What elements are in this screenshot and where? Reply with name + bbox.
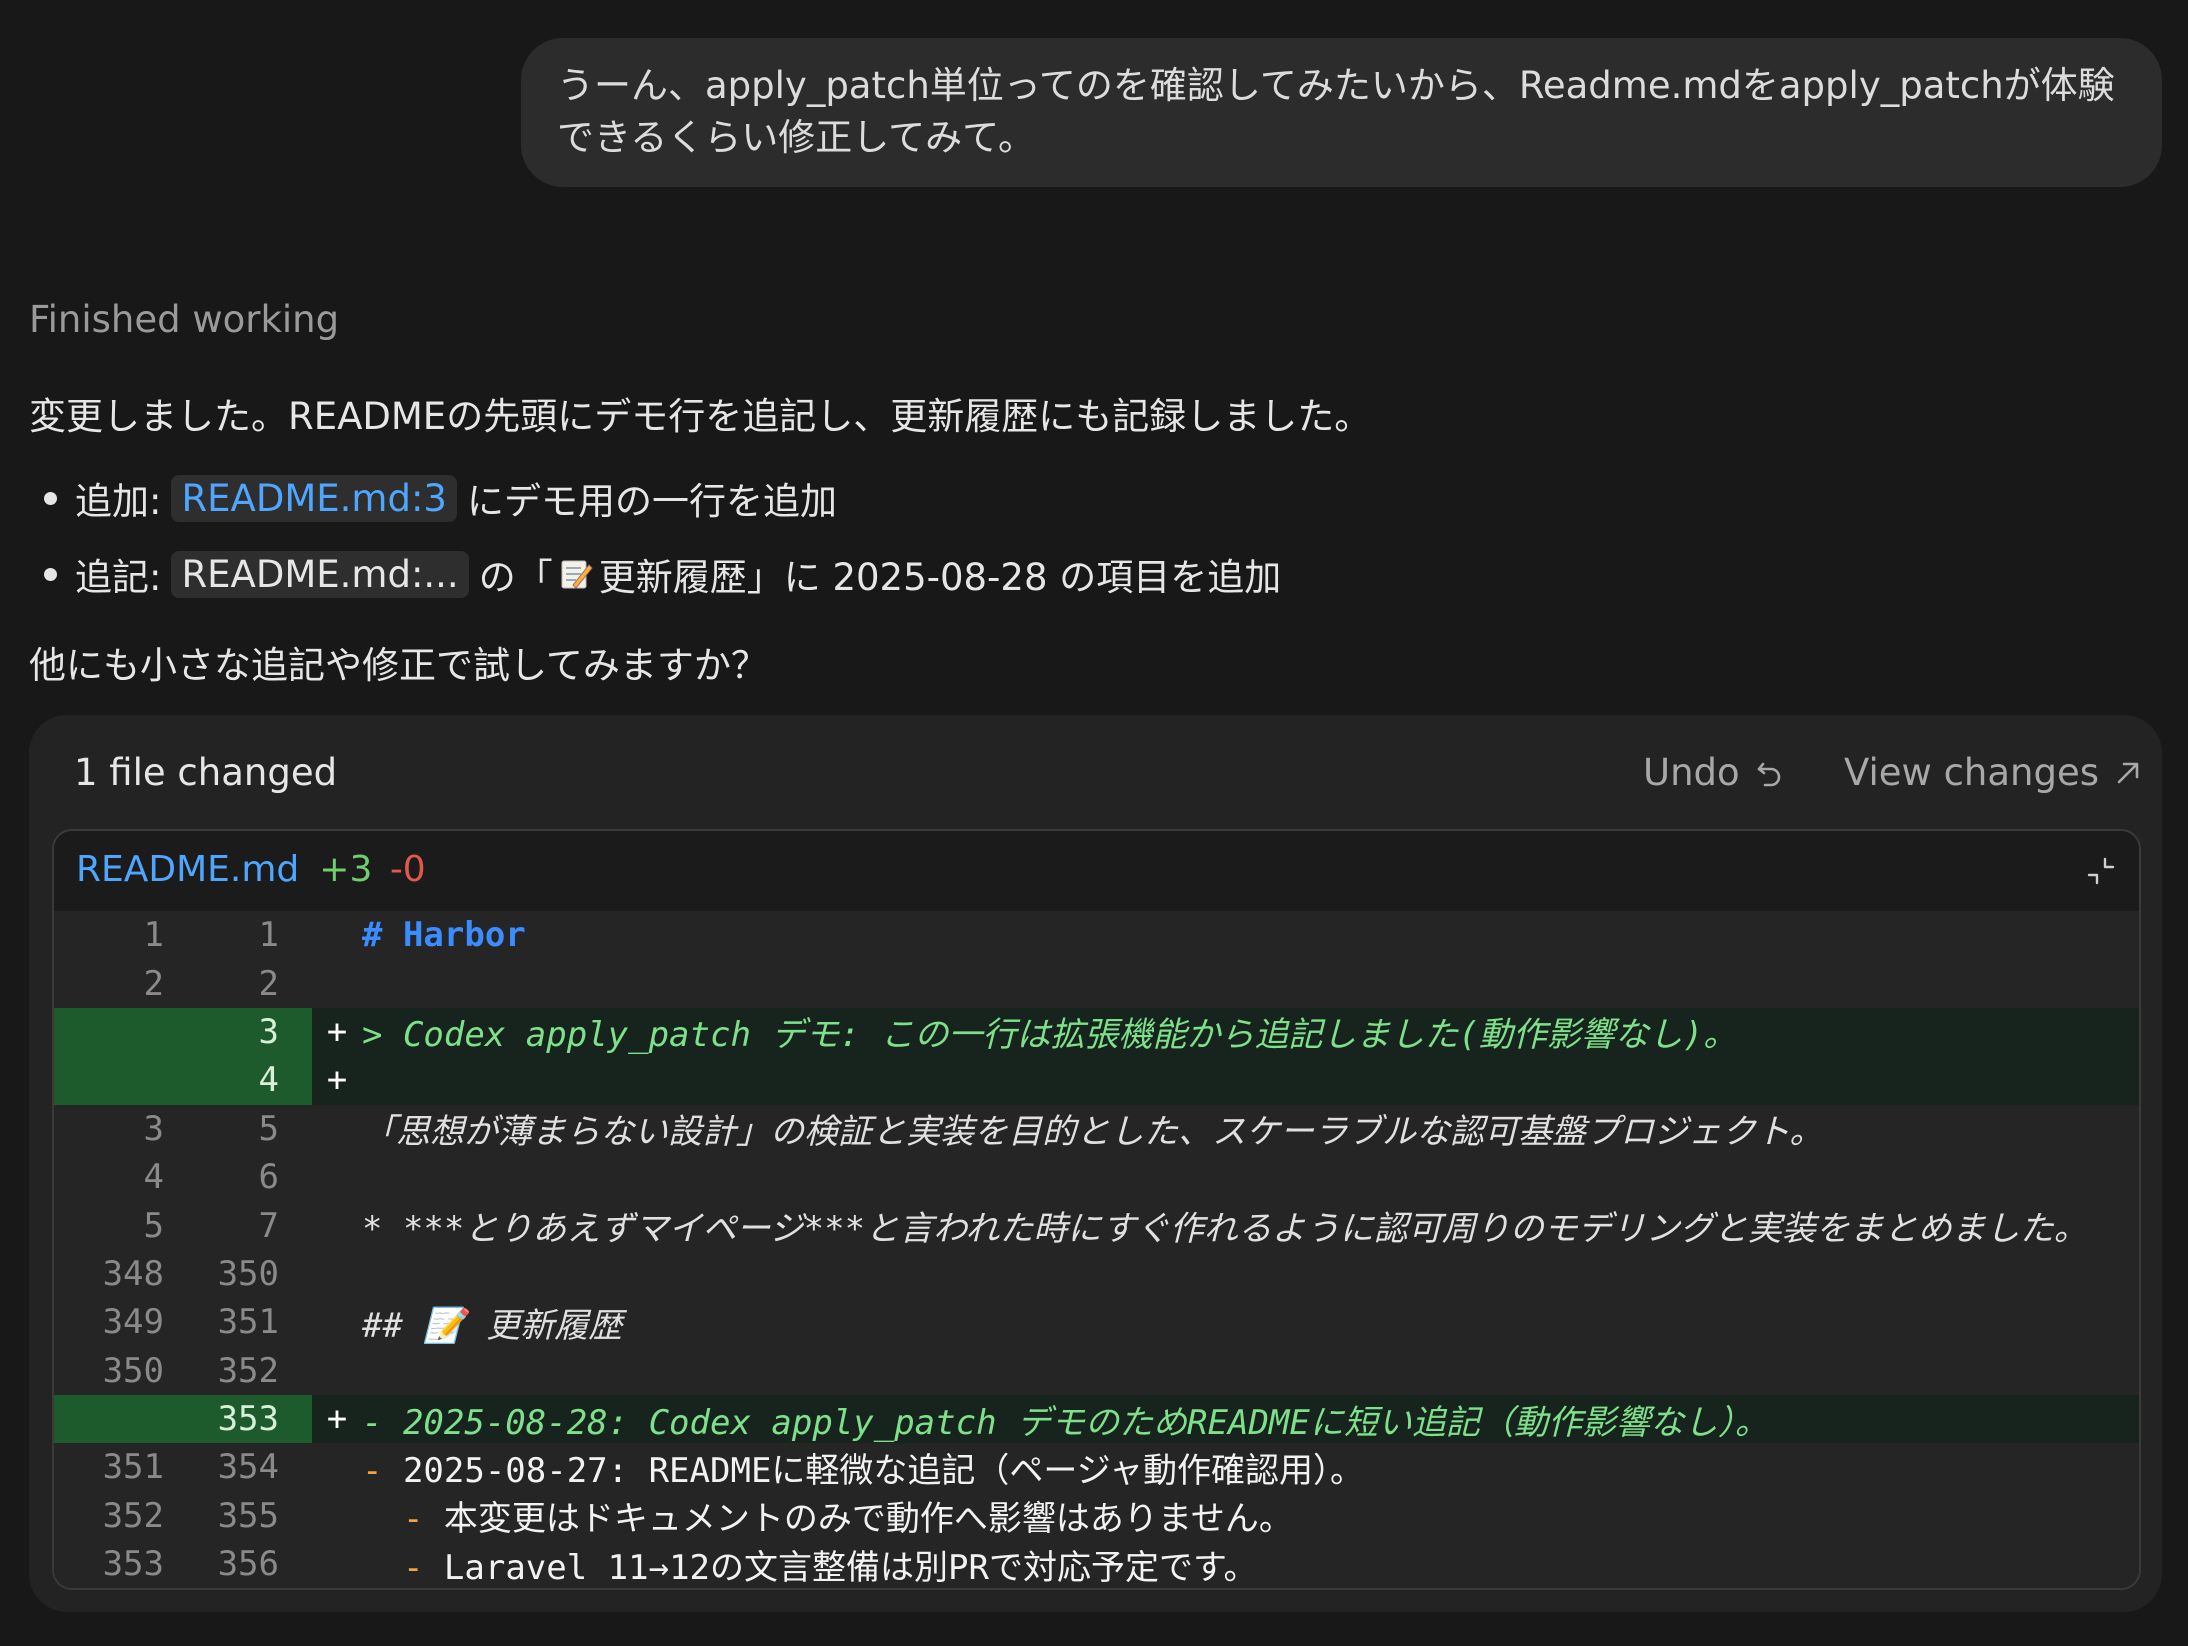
diff-code-text: * ***とりあえずマイページ***と言われた時にすぐ作れるように認可周りのモデ… [362,1209,2088,1250]
files-changed-title: 1 file changed [74,751,338,794]
undo-label: Undo [1643,751,1740,794]
old-line-number: 350 [102,1350,164,1391]
external-arrow-icon [2117,762,2139,783]
diff-row-context: 353 356 - Laravel 11→12の文言整備は別PRで対応予定です。 [54,1540,2139,1588]
line-number-gutter: 35 [54,1104,312,1153]
list-item: 追記: README.md:... の「 更新履歴」に 2025-08-28 の… [29,547,1281,601]
old-line-number: 353 [102,1544,164,1585]
diff-code-text: 「思想が薄まらない設計」の検証と実装を目的とした、スケーラブルな認可基盤プロジェ… [362,1112,1824,1153]
line-number-gutter: 348 350 [54,1249,312,1299]
new-line-number: 7 [258,1205,279,1246]
new-line-number: 3 [258,1011,279,1052]
diff-row-context: 3 5 「思想が薄まらない設計」の検証と実装を目的とした、スケーラブルな認可基盤プロ… [54,1104,2139,1153]
line-number-gutter: 4 [54,1056,312,1105]
diff-row-context: 351 354 - 2025-08-27: READMEに軽微な追記（ページャ動作確… [54,1443,2139,1492]
new-line-number: 351 [217,1302,279,1343]
line-number-gutter: 57 [54,1201,312,1250]
bullet-prefix: 追加: [75,480,162,523]
line-number-gutter: 350 352 [54,1346,312,1395]
diff-row-context: 1 1 # Harbor [54,911,2139,960]
line-number-gutter: 353 356 [54,1540,312,1588]
diff-row-context: 22 [54,959,2139,1008]
file-link-readme-3[interactable]: README.md:3 [171,474,457,522]
diff-code-text: - 2025-08-28: Codex apply_patch デモのためREA… [362,1402,1769,1443]
bullet-suffix-a: の「 [478,556,553,599]
line-number-gutter: 351 354 [54,1443,312,1492]
old-line-number: 349 [102,1302,164,1343]
new-line-number: 350 [217,1253,279,1294]
new-line-number: 4 [258,1060,279,1101]
new-line-number: 1 [258,915,279,956]
file-chip-readme[interactable]: README.md:... [171,550,469,598]
diff-row-context: 348 350 [54,1249,2139,1299]
user-message-bubble: うーん、apply_patch単位ってのを確認してみたいから、Readme.md… [521,38,2162,187]
diff-file-info: README.md +3 -0 [76,849,426,890]
line-number-gutter: 353 [54,1394,312,1444]
old-line-number: 1 [143,915,164,956]
collapse-icon[interactable] [2083,853,2119,889]
diff-row-added: 353 + - 2025-08-28: Codex apply_patch デモのた… [54,1394,2139,1444]
old-line-number: 3 [143,1108,164,1149]
bullet-prefix: 追記: [75,556,162,599]
new-line-number: 352 [217,1350,279,1391]
diff-row-context: 352 355 - 本変更はドキュメントのみで動作へ影響はありません。 [54,1491,2139,1541]
undo-icon [1757,762,1780,786]
diff-row-context: 349 351 ## 📝 更新履歴 [54,1298,2139,1347]
old-line-number: 2 [143,963,164,1004]
diff-sign: + [326,1060,348,1101]
assistant-intro: 変更しました。READMEの先頭にデモ行を追記し、更新履歴にも記録しました。 [29,395,1372,438]
line-number-gutter: 3 [54,1007,312,1057]
list-item: 追加: README.md:3 にデモ用の一行を追加 [29,471,837,525]
diff-panel: README.md +3 -0 1 1 # Harbor 2 2 3 + > Codex app… [52,829,2141,1590]
old-line-number: 352 [102,1495,164,1536]
changes-card: 1 file changed Undo View changes README.… [29,715,2162,1612]
added-count: +3 [319,849,373,890]
diff-row-added: 3 + > Codex apply_patch デモ: この一行は拡張機能から追記し… [54,1007,2139,1057]
diff-row-context: 5 7 * ***とりあえずマイページ***と言われた時にすぐ作れるように認可周りの… [54,1201,2139,1250]
diff-row-added: 4 + [54,1056,2139,1105]
assistant-question: 他にも小さな追記や修正で試してみますか？ [29,644,768,687]
new-line-number: 355 [217,1495,279,1536]
diff-code-text: # Harbor [362,915,526,956]
line-number-gutter: 22 [54,959,312,1008]
new-line-number: 353 [217,1399,279,1440]
bullet-suffix: にデモ用の一行を追加 [466,480,837,523]
diff-sign: + [326,1399,348,1440]
status-text: Finished working [29,298,340,341]
old-line-number: 4 [143,1157,164,1198]
diff-code-text: - 2025-08-27: READMEに軽微な追記（ページャ動作確認用）。 [362,1451,1365,1491]
line-number-gutter: 349 351 [54,1298,312,1347]
old-line-number: 5 [143,1205,164,1246]
diff-rows: 1 1 # Harbor 2 2 3 + > Codex apply_patch デモ: この… [54,911,2139,1588]
old-line-number: 351 [102,1447,164,1488]
line-number-gutter: 352 355 [54,1491,312,1541]
diff-header: README.md +3 -0 [54,831,2139,911]
diff-sign: + [326,1011,348,1052]
removed-count: -0 [389,849,426,890]
diff-row-context: 46 [54,1152,2139,1202]
bullet-dot [44,567,57,581]
line-number-gutter: 11 [54,911,312,960]
view-changes-button[interactable]: View changes [1844,751,2143,794]
new-line-number: 5 [258,1108,279,1149]
new-line-number: 6 [258,1157,279,1198]
line-number-gutter: 46 [54,1152,312,1202]
bullet-dot [44,491,57,505]
diff-row-context: 350 352 [54,1346,2139,1395]
new-line-number: 356 [217,1544,279,1585]
new-line-number: 354 [217,1447,279,1488]
view-changes-label: View changes [1844,751,2100,794]
diff-code-text: ## 📝 更新履歴 [362,1305,623,1346]
diff-code-text: - Laravel 11→12の文言整備は別PRで対応予定です。 [402,1547,1258,1588]
old-line-number: 348 [102,1253,164,1294]
undo-button[interactable]: Undo [1643,751,1784,794]
new-line-number: 2 [258,963,279,1004]
diff-code-text: - 本変更はドキュメントのみで動作へ影響はありません。 [402,1499,1293,1540]
user-message-text: うーん、apply_patch単位ってのを確認してみたいから、Readme.md… [557,64,2115,159]
diff-code-text: > Codex apply_patch デモ: この一行は拡張機能から追記しまし… [362,1015,1738,1056]
bullet-suffix-b: 更新履歴」に 2025-08-28 の項目を追加 [598,556,1282,599]
memo-icon [561,560,593,589]
diff-file-name[interactable]: README.md [76,849,299,890]
